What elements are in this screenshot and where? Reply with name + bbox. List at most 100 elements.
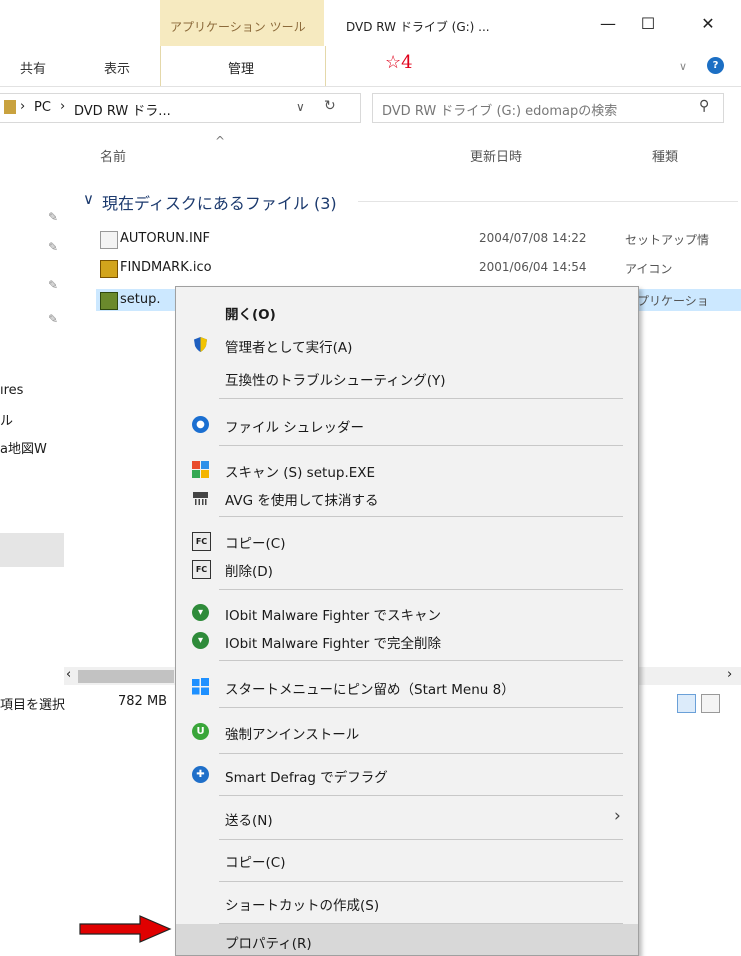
fastcopy-icon: FC [192, 532, 211, 551]
menu-separator [219, 795, 623, 796]
annotation-label: ☆4 [385, 52, 413, 73]
menu-item-open[interactable]: 開く(O) [176, 296, 638, 326]
file-type: アイコン [625, 262, 673, 276]
menu-separator [219, 445, 623, 446]
iobit-shield-icon: ▾ [192, 632, 209, 649]
menu-item-fastcopy-delete[interactable]: FC 削除(D) [176, 553, 638, 583]
scroll-left-icon[interactable]: ‹ [66, 667, 71, 682]
menu-separator [219, 398, 623, 399]
breadcrumb-sep-icon: › [60, 99, 66, 114]
details-view-icon[interactable] [677, 694, 696, 713]
address-bar[interactable]: › PC › DVD RW ドラ... ∨ ↻ [0, 93, 361, 123]
red-arrow-icon [79, 915, 172, 943]
file-date: 2004/07/08 14:22 [479, 231, 587, 245]
tab-share[interactable]: 共有 [20, 58, 46, 77]
group-divider [358, 201, 738, 202]
menu-item-label: Smart Defrag でデフラグ [225, 770, 388, 786]
menu-item-smart-defrag[interactable]: ✚ Smart Defrag でデフラグ [176, 759, 638, 789]
menu-item-avg-shred[interactable]: AVG を使用して抹消する [176, 482, 638, 512]
pin-icon[interactable]: ✎ [48, 240, 58, 254]
menu-item-label: AVG を使用して抹消する [225, 493, 379, 509]
submenu-arrow-icon: › [614, 806, 621, 826]
menu-item-avg-scan[interactable]: スキャン (S) setup.EXE [176, 454, 638, 484]
refresh-icon[interactable]: ↻ [324, 98, 336, 114]
menu-separator [219, 516, 623, 517]
close-icon: ✕ [701, 13, 715, 33]
group-header[interactable]: 現在ディスクにあるファイル (3) [102, 190, 337, 214]
file-name: setup. [120, 292, 161, 307]
nav-item[interactable]: a地図W [0, 438, 47, 457]
menu-item-iobit-scan[interactable]: ▾ IObit Malware Fighter でスキャン [176, 597, 638, 627]
scrollbar-thumb[interactable] [78, 670, 174, 683]
column-type[interactable]: 種類 [652, 146, 678, 165]
chevron-down-icon[interactable]: ∨ [679, 60, 687, 73]
menu-item-label: 管理者として実行(A) [225, 340, 353, 356]
nav-item-selected[interactable] [0, 533, 64, 567]
file-row[interactable]: FINDMARK.ico 2001/06/04 14:54 アイコン [96, 257, 741, 279]
breadcrumb-drive[interactable]: DVD RW ドラ... [74, 100, 171, 119]
search-icon[interactable]: ⚲ [699, 98, 709, 114]
menu-item-label: ファイル シュレッダー [225, 420, 365, 436]
menu-item-iobit-delete[interactable]: ▾ IObit Malware Fighter で完全削除 [176, 625, 638, 655]
menu-item-label: 削除(D) [225, 564, 273, 580]
tab-view[interactable]: 表示 [104, 58, 130, 77]
menu-item-label: スタートメニューにピン留め（Start Menu 8） [225, 682, 515, 698]
settings-file-icon [100, 231, 118, 249]
window-title: DVD RW ドライブ (G:) ... [346, 20, 490, 34]
setup-app-icon [100, 292, 118, 310]
history-dropdown-icon[interactable]: ∨ [296, 100, 305, 114]
pin-icon[interactable]: ✎ [48, 312, 58, 326]
drive-icon [4, 100, 16, 114]
group-collapse-icon[interactable]: ∨ [83, 190, 94, 208]
pin-icon[interactable]: ✎ [48, 210, 58, 224]
search-box[interactable]: DVD RW ドライブ (G:) edomapの検索 ⚲ [372, 93, 724, 123]
app-tools-tab[interactable]: アプリケーション ツール [160, 0, 324, 46]
maximize-icon: ☐ [640, 13, 656, 33]
menu-item-copy[interactable]: コピー(C) [176, 844, 638, 874]
menu-separator [219, 753, 623, 754]
app-tools-tab-label: アプリケーション ツール [170, 20, 306, 34]
uac-shield-icon [192, 336, 209, 353]
menu-item-file-shredder[interactable]: ● ファイル シュレッダー [176, 409, 638, 439]
iobit-shield-icon: ▾ [192, 604, 209, 621]
menu-item-pin-start[interactable]: スタートメニューにピン留め（Start Menu 8） [176, 671, 638, 701]
menu-item-send-to[interactable]: 送る(N) › [176, 802, 638, 832]
help-icon[interactable]: ? [707, 57, 724, 74]
menu-item-force-uninstall[interactable]: U 強制アンインストール [176, 716, 638, 746]
menu-separator [219, 660, 623, 661]
avg-scan-icon [192, 461, 209, 478]
smart-defrag-icon: ✚ [192, 766, 209, 783]
tab-manage[interactable]: 管理 [228, 58, 254, 77]
menu-separator [219, 881, 623, 882]
status-size: 782 MB [118, 694, 168, 709]
menu-item-compat-troubleshoot[interactable]: 互換性のトラブルシューティング(Y) [176, 362, 638, 392]
menu-item-label: 開く(O) [225, 307, 276, 323]
sort-up-icon: ^ [215, 134, 226, 148]
file-date: 2001/06/04 14:54 [479, 260, 587, 274]
fastcopy-icon: FC [192, 560, 211, 579]
column-name[interactable]: 名前 [100, 146, 126, 165]
file-name: FINDMARK.ico [120, 260, 212, 275]
minimize-button[interactable]: — [590, 8, 626, 38]
menu-item-label: IObit Malware Fighter でスキャン [225, 608, 441, 624]
menu-item-run-as-admin[interactable]: 管理者として実行(A) [176, 329, 638, 359]
nav-item[interactable]: ル [0, 410, 13, 429]
menu-item-label: 互換性のトラブルシューティング(Y) [225, 373, 446, 389]
nav-item[interactable]: ıres [0, 383, 23, 398]
menu-item-create-shortcut[interactable]: ショートカットの作成(S) [176, 887, 638, 917]
pin-icon[interactable]: ✎ [48, 278, 58, 292]
menu-item-properties[interactable]: プロパティ(R) [176, 924, 638, 955]
maximize-button[interactable]: ☐ [630, 8, 666, 38]
menu-item-label: スキャン (S) setup.EXE [225, 465, 376, 481]
column-date[interactable]: 更新日時 [470, 146, 522, 165]
search-input[interactable]: DVD RW ドライブ (G:) edomapの検索 [382, 100, 617, 119]
menu-item-label: 送る(N) [225, 813, 273, 829]
large-icons-view-icon[interactable] [701, 694, 720, 713]
status-selected: 項目を選択 [0, 698, 66, 713]
menu-item-fastcopy-copy[interactable]: FC コピー(C) [176, 525, 638, 555]
file-row[interactable]: AUTORUN.INF 2004/07/08 14:22 セットアップ情 [96, 228, 741, 250]
scroll-right-icon[interactable]: › [727, 667, 732, 682]
close-button[interactable]: ✕ [690, 8, 726, 38]
breadcrumb-pc[interactable]: PC [34, 100, 51, 115]
ico-file-icon [100, 260, 118, 278]
